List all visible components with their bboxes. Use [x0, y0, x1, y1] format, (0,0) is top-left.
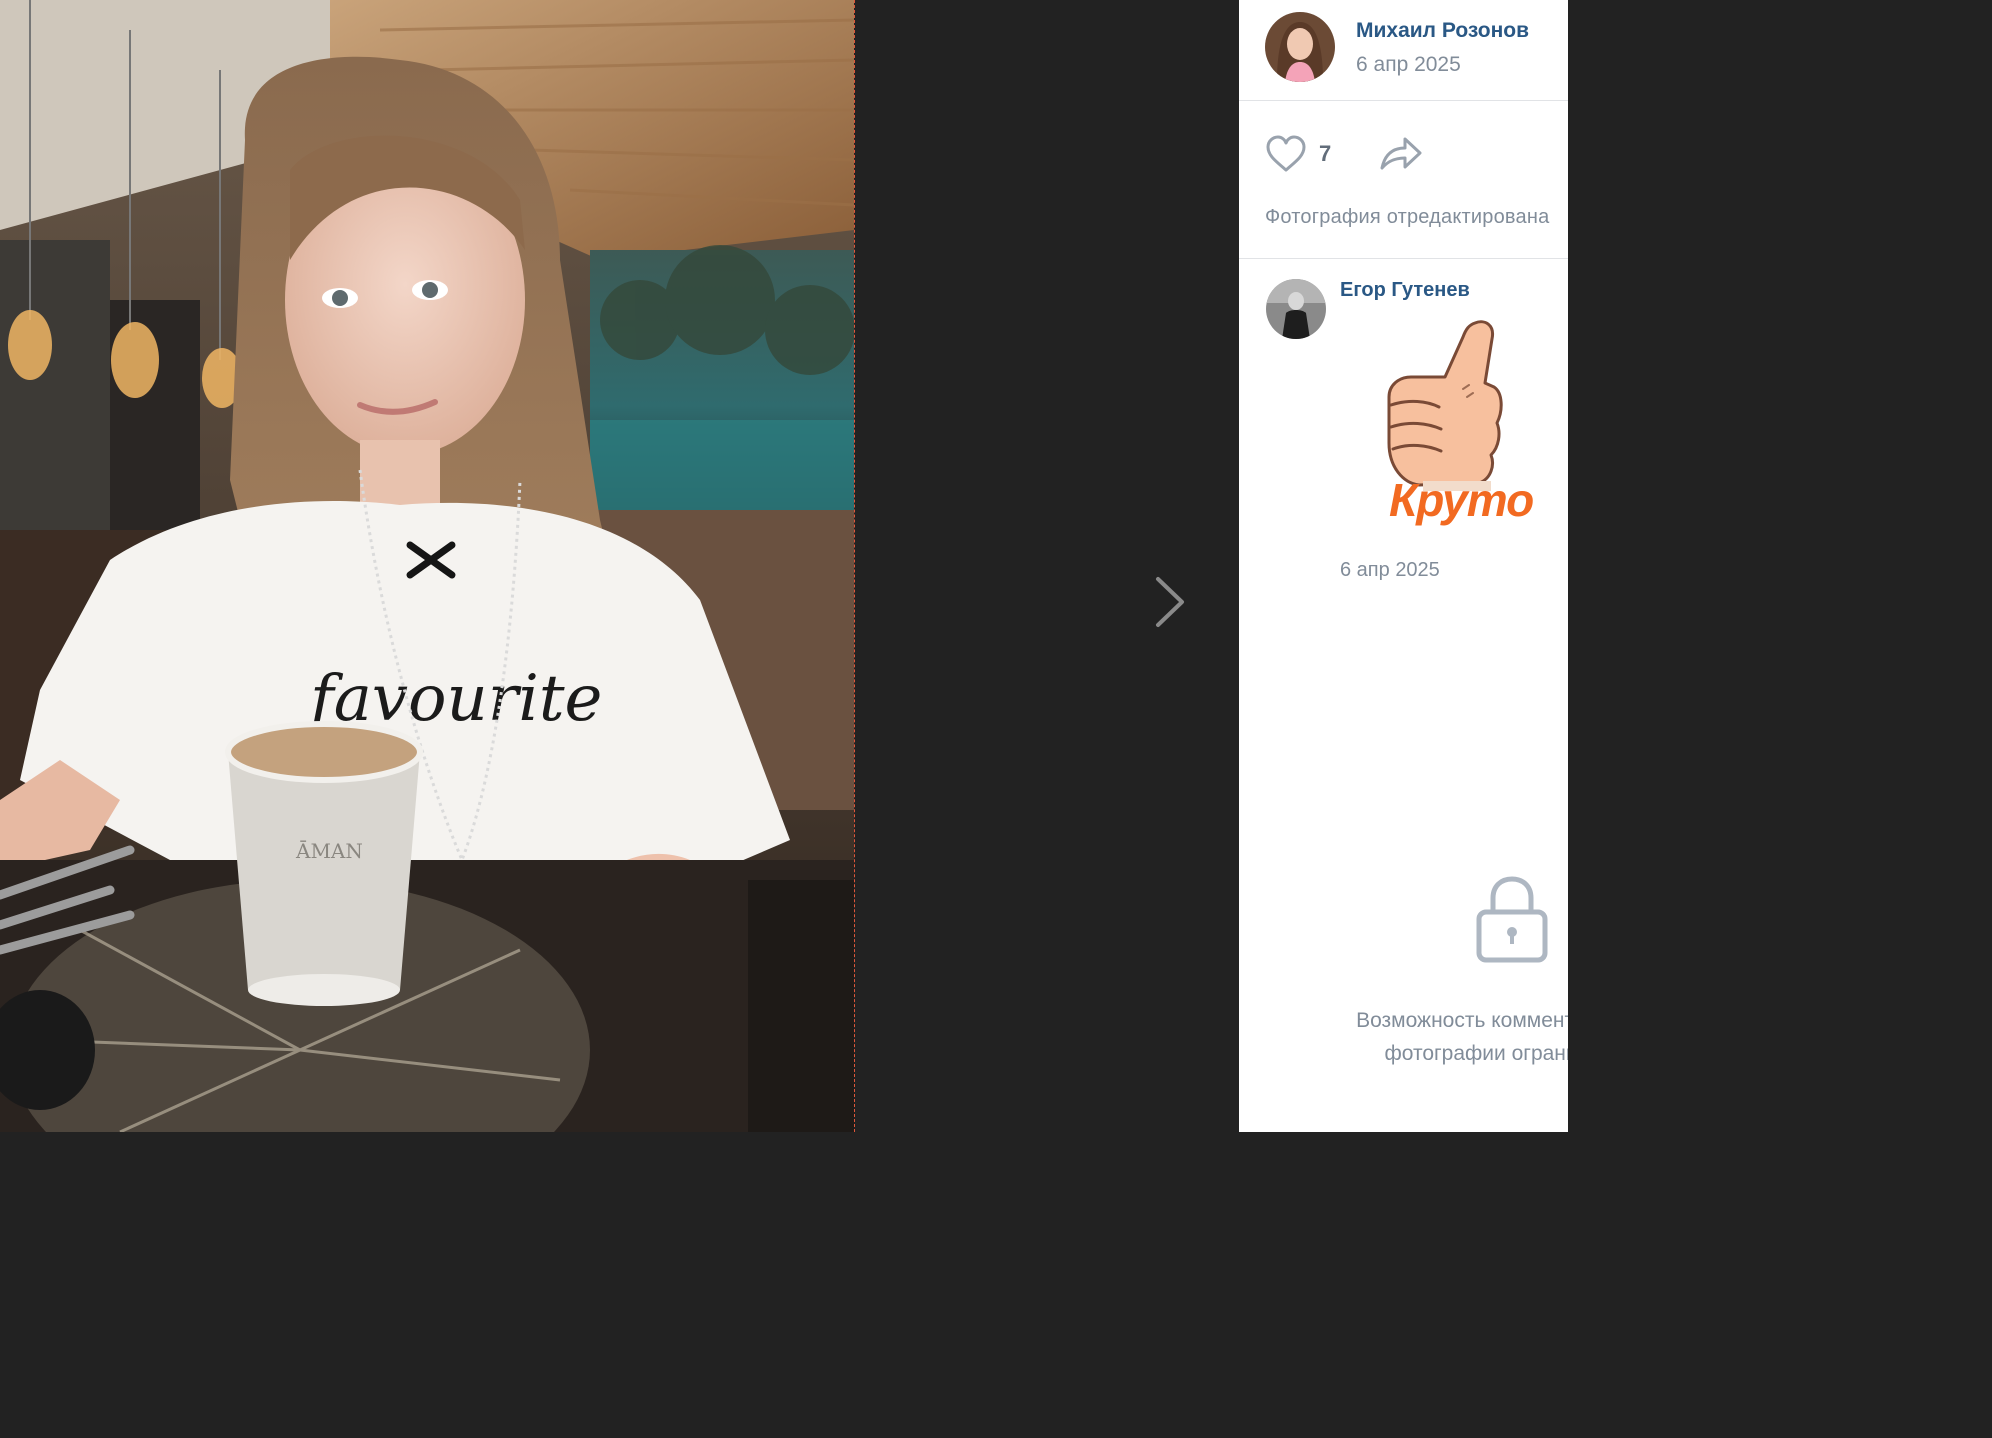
heart-icon — [1266, 135, 1306, 172]
chevron-right-icon — [1156, 577, 1184, 627]
photo-viewer: favourite ĀMAN — [0, 0, 1239, 1132]
commenter-name[interactable]: Егор Гутенев — [1340, 279, 1470, 302]
author-name[interactable]: Михаил Розонов — [1356, 19, 1529, 43]
edited-note: Фотография отредактирована — [1265, 206, 1550, 228]
info-panel: Михаил Розонов 6 апр 2025 7 Фотография о… — [1239, 0, 1568, 1132]
author-avatar[interactable] — [1265, 12, 1335, 82]
sticker-text: Круто — [1389, 474, 1534, 526]
sticker: Круто — [1379, 315, 1534, 545]
like-button[interactable]: 7 — [1265, 134, 1331, 174]
post-date[interactable]: 6 апр 2025 — [1356, 53, 1461, 77]
comment-item: Егор Гутенев Круто 6 апр 2025 — [1239, 259, 1568, 599]
comment-date[interactable]: 6 апр 2025 — [1340, 559, 1440, 582]
lock-icon — [1476, 876, 1548, 963]
like-count: 7 — [1319, 141, 1332, 166]
next-photo-button[interactable] — [1140, 570, 1200, 634]
photo-image: favourite ĀMAN — [0, 0, 854, 1132]
comments-restricted-notice: Возможность комментировать фотографии ог… — [1239, 870, 1568, 1080]
photo[interactable]: favourite ĀMAN — [0, 0, 855, 1132]
restricted-line-2: фотографии ограничена — [1384, 1042, 1568, 1065]
svg-text:ĀMAN: ĀMAN — [295, 839, 363, 863]
share-arrow-icon — [1380, 137, 1422, 170]
post-header: Михаил Розонов 6 апр 2025 — [1239, 0, 1568, 101]
share-button[interactable] — [1379, 134, 1423, 179]
post-actions: 7 Фотография отредактирована — [1239, 101, 1568, 259]
commenter-avatar[interactable] — [1266, 279, 1326, 339]
restricted-line-1: Возможность комментировать — [1356, 1009, 1568, 1032]
restricted-message: Возможность комментировать фотографии ог… — [1239, 1004, 1568, 1070]
